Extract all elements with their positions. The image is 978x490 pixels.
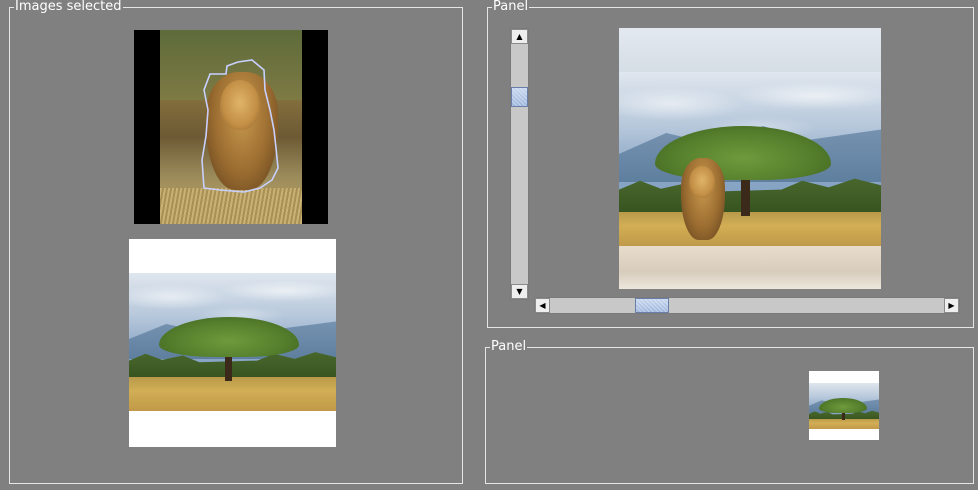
horizontal-scroll-thumb[interactable] [635,298,669,313]
viewer-panel-title: Panel [492,0,530,15]
lion-image[interactable] [134,30,328,224]
horizontal-scrollbar[interactable]: ◀ ▶ [534,297,960,314]
preview-panel: Panel [485,339,974,484]
vertical-scroll-thumb[interactable] [511,87,528,107]
selection-outline[interactable] [134,30,328,224]
arrow-right-icon[interactable]: ▶ [944,298,959,313]
arrow-down-icon[interactable]: ▼ [511,284,528,299]
images-selected-title: Images selected [14,0,123,15]
arrow-up-icon[interactable]: ▲ [511,29,528,44]
acacia-image[interactable] [129,239,336,447]
preview-panel-title: Panel [490,339,528,355]
vertical-scrollbar[interactable]: ▲ ▼ [510,28,529,300]
composite-image[interactable] [619,28,881,289]
arrow-left-icon[interactable]: ◀ [535,298,550,313]
thumbnail-image[interactable] [809,371,879,440]
